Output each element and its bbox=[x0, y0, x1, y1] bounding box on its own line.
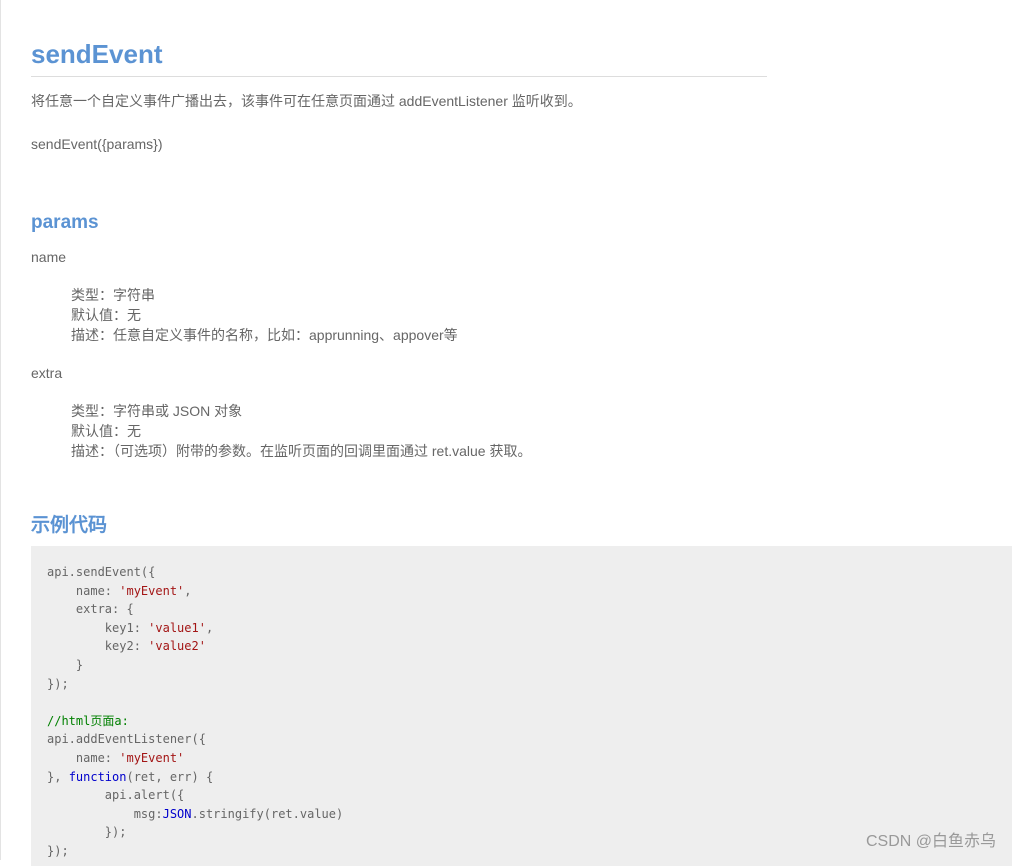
code-line: }); bbox=[47, 825, 127, 840]
code-line: .stringify(ret.value) bbox=[191, 806, 344, 821]
param-description: 描述：（可选项）附带的参数。在监听页面的回调里面通过 ret.value 获取。 bbox=[71, 443, 532, 459]
param-description: 描述：任意自定义事件的名称，比如：apprunning、appover等 bbox=[71, 327, 458, 343]
code-line: api.alert({ bbox=[47, 788, 185, 803]
title-divider bbox=[31, 76, 767, 77]
params-heading: params bbox=[31, 212, 99, 233]
code-line: (ret, err) { bbox=[126, 769, 214, 784]
code-line: } bbox=[47, 657, 84, 672]
param-default: 默认值：无 bbox=[71, 307, 141, 323]
param-name-name: name bbox=[31, 249, 67, 265]
code-line: }, bbox=[47, 769, 69, 784]
example-code: api.sendEvent({ name: 'myEvent', extra: … bbox=[47, 563, 343, 861]
example-heading: 示例代码 bbox=[31, 515, 108, 536]
page-title: sendEvent bbox=[31, 39, 163, 69]
left-border bbox=[0, 0, 1, 860]
code-line: key2: bbox=[47, 639, 149, 654]
code-line: api.addEventListener({ bbox=[47, 732, 206, 747]
code-punct: , bbox=[205, 620, 214, 635]
code-line: }); bbox=[47, 676, 69, 691]
code-line: name: bbox=[47, 583, 120, 598]
code-string: 'value2' bbox=[148, 639, 206, 654]
code-line: msg: bbox=[47, 806, 163, 821]
code-line: }); bbox=[47, 843, 69, 858]
code-line: extra: { bbox=[47, 602, 134, 617]
csdn-watermark: CSDN @白鱼赤乌 bbox=[865, 833, 996, 850]
code-keyword: JSON bbox=[162, 806, 192, 821]
code-keyword: function bbox=[68, 769, 127, 784]
code-block[interactable]: api.sendEvent({ name: 'myEvent', extra: … bbox=[31, 546, 1012, 866]
param-default: 默认值：无 bbox=[71, 423, 141, 439]
param-name-extra: extra bbox=[31, 365, 63, 381]
code-string: 'value1' bbox=[148, 620, 206, 635]
code-string: 'myEvent' bbox=[119, 583, 185, 598]
code-comment: //html页面a: bbox=[47, 713, 129, 728]
code-punct: , bbox=[184, 583, 192, 598]
param-type: 类型：字符串 bbox=[71, 287, 155, 303]
code-string: 'myEvent' bbox=[119, 750, 185, 765]
code-line: name: bbox=[47, 750, 120, 765]
api-description: 将任意一个自定义事件广播出去，该事件可在任意页面通过 addEventListe… bbox=[31, 93, 582, 109]
code-line: api.sendEvent({ bbox=[47, 565, 156, 579]
code-line: key1: bbox=[47, 620, 149, 635]
api-signature: sendEvent({params}) bbox=[31, 136, 163, 152]
param-type: 类型：字符串或 JSON 对象 bbox=[71, 403, 243, 419]
